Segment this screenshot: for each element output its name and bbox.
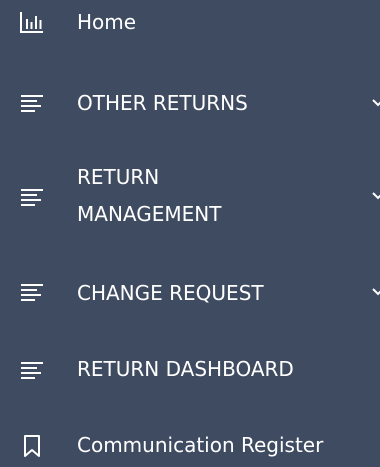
chevron-down-icon[interactable] xyxy=(371,189,380,203)
bookmark-icon xyxy=(19,433,45,459)
menu-item-return-dashboard[interactable]: RETURN DASHBOARD xyxy=(0,348,380,394)
menu-item-return-management[interactable]: RETURN MANAGEMENT xyxy=(0,158,380,238)
lines-icon xyxy=(19,90,45,116)
menu-item-label: OTHER RETURNS xyxy=(77,91,248,115)
menu-item-label: RETURN MANAGEMENT xyxy=(77,165,222,226)
menu-item-label: Communication Register xyxy=(77,433,324,457)
sidebar-menu: Home OTHER RETURNS RETURN MANAGEMENT CHA… xyxy=(0,0,380,467)
lines-icon xyxy=(19,357,45,383)
menu-item-change-request[interactable]: CHANGE REQUEST xyxy=(0,270,380,316)
lines-icon xyxy=(19,279,45,305)
menu-item-label: RETURN DASHBOARD xyxy=(77,357,294,381)
menu-item-home[interactable]: Home xyxy=(0,0,380,46)
lines-icon xyxy=(19,184,45,210)
menu-item-label: CHANGE REQUEST xyxy=(77,281,264,305)
menu-item-communication-register[interactable]: Communication Register xyxy=(0,424,380,467)
chevron-down-icon[interactable] xyxy=(371,285,380,299)
bar-chart-icon xyxy=(19,9,45,35)
menu-item-other-returns[interactable]: OTHER RETURNS xyxy=(0,80,380,126)
menu-item-label: Home xyxy=(77,10,137,34)
chevron-down-icon[interactable] xyxy=(371,96,380,110)
